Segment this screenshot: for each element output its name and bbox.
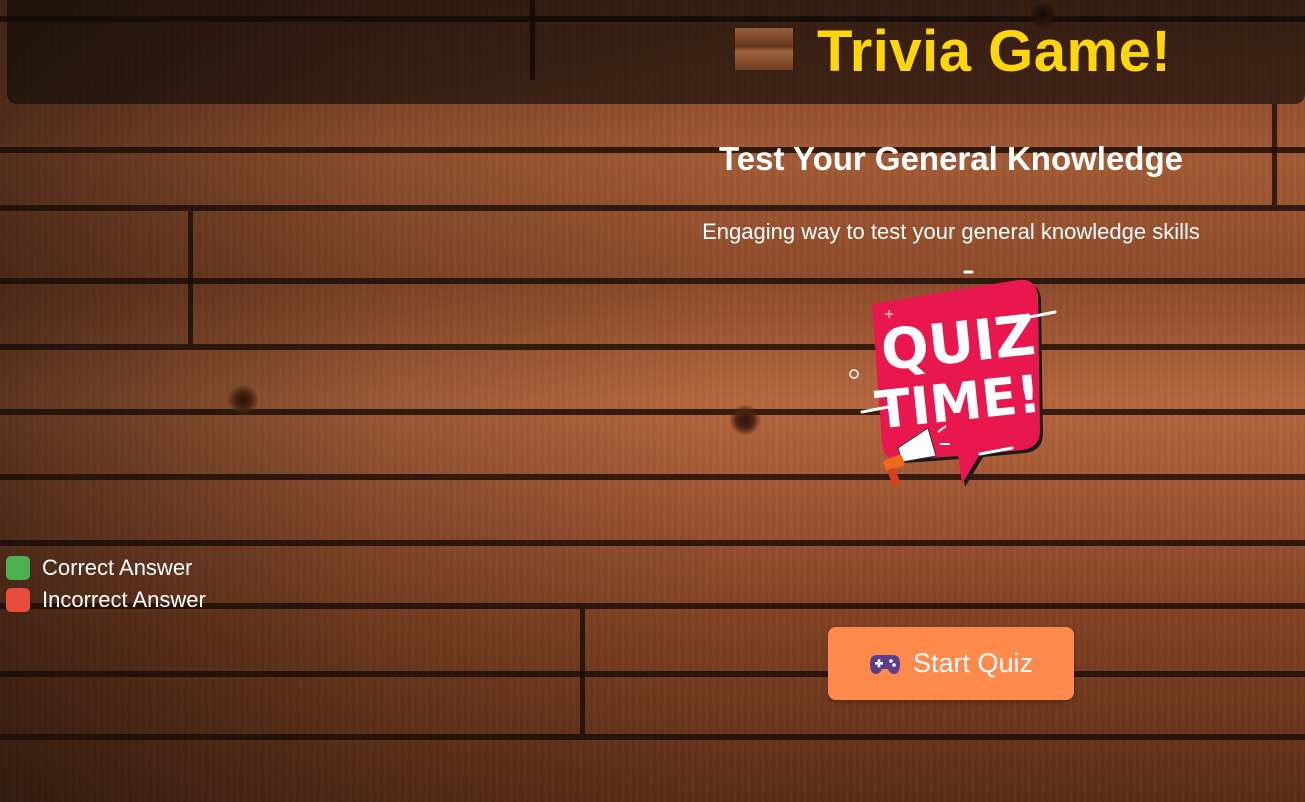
logo-image — [735, 28, 793, 70]
incorrect-swatch — [6, 588, 30, 612]
game-controller-icon — [869, 654, 900, 674]
legend-item-incorrect: Incorrect Answer — [6, 584, 206, 616]
sparkle-circle — [849, 369, 859, 379]
answer-legend: Correct Answer Incorrect Answer — [6, 552, 206, 616]
header-bar: Trivia Game! — [7, 0, 1305, 104]
hero-subtitle: Test Your General Knowledge — [719, 140, 1183, 177]
plank-seam — [0, 474, 1305, 480]
plank-seam — [580, 609, 585, 734]
hero-tagline: Engaging way to test your general knowle… — [702, 219, 1200, 244]
plank-seam — [0, 205, 1305, 211]
plank-seam — [0, 734, 1305, 740]
wood-knot — [730, 405, 760, 435]
correct-swatch — [6, 556, 30, 580]
plank-seam — [188, 211, 193, 344]
start-quiz-button[interactable]: Start Quiz — [828, 627, 1074, 700]
legend-label-incorrect: Incorrect Answer — [42, 587, 206, 612]
legend-item-correct: Correct Answer — [6, 552, 206, 584]
page-title: Trivia Game! — [817, 19, 1172, 84]
start-quiz-label: Start Quiz — [912, 648, 1034, 678]
wood-knot — [228, 385, 258, 415]
page-background: Trivia Game! Test Your General Knowledge… — [0, 0, 1305, 802]
quiz-time-image: QUIZ TIME! + — [849, 270, 1057, 487]
sparkle-plus: + — [884, 307, 894, 321]
plank-seam — [1272, 104, 1277, 205]
legend-label-correct: Correct Answer — [42, 555, 193, 580]
plank-seam — [0, 344, 1305, 350]
